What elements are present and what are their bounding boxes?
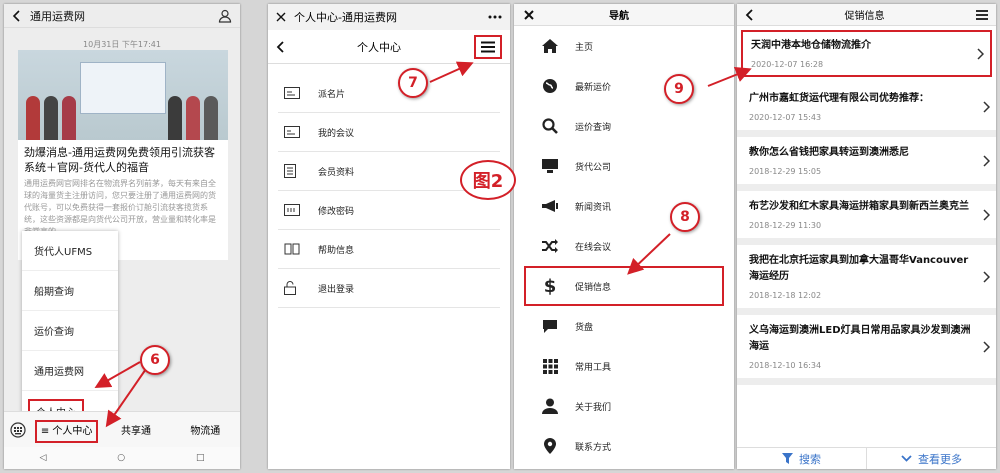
step-badge-7: 7 bbox=[398, 68, 428, 98]
figure-label: 图2 bbox=[460, 160, 516, 200]
step-badge-8: 8 bbox=[670, 202, 700, 232]
step-badge-9: 9 bbox=[664, 74, 694, 104]
step-badge-6: 6 bbox=[140, 345, 170, 375]
annotation-arrows bbox=[94, 61, 752, 428]
